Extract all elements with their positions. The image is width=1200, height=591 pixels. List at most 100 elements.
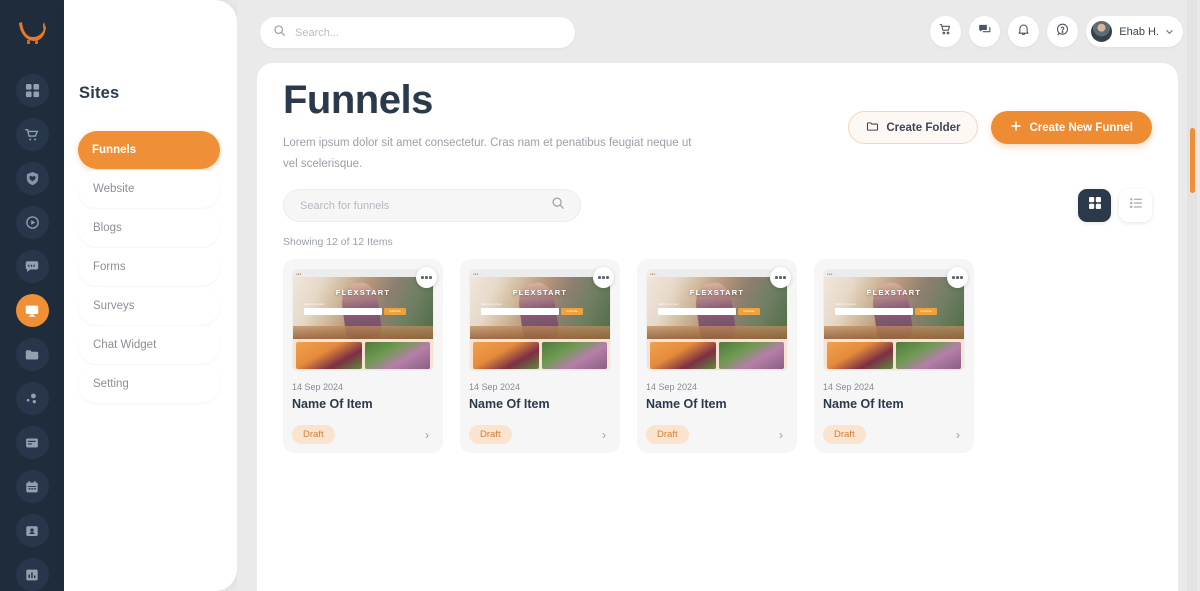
global-search[interactable] [260,17,575,48]
funnel-card[interactable]: ●●● FLEXSTART Start on the best Subscrib… [637,259,797,453]
shopping-cart-icon [24,127,40,143]
status-badge: Draft [823,425,866,444]
page-scrollbar-track[interactable] [1187,0,1197,591]
avatar [1090,20,1113,43]
page-scrollbar-thumb[interactable] [1190,128,1195,193]
rail-item-contacts[interactable] [16,514,49,547]
rail-item-calendar[interactable] [16,470,49,503]
thumbnail-form: Subscribe [304,308,406,315]
sidebar-item-setting[interactable]: Setting [78,365,220,403]
thumbnail-email-input [304,308,382,315]
rail-item-opportunities[interactable] [16,162,49,195]
card-date: 14 Sep 2024 [823,382,965,392]
status-badge: Draft [646,425,689,444]
search-input[interactable] [295,27,545,39]
thumbnail-cta-button: Subscribe [738,308,760,315]
funnel-thumbnail: ●●● FLEXSTART Start on the best Subscrib… [292,269,434,371]
thumbnail-brand: FLEXSTART [293,288,433,297]
bell-icon [1016,22,1031,42]
thumbnail-tile [896,342,962,369]
thumbnail-tile [473,342,539,369]
sites-panel-title: Sites [79,84,119,103]
sidebar-item-blogs[interactable]: Blogs [78,209,220,247]
sites-menu: Funnels Website Blogs Forms Surveys Chat… [78,131,220,404]
list-view-icon [1129,196,1143,215]
funnel-card[interactable]: ●●● FLEXSTART Start on the best Subscrib… [814,259,974,453]
create-folder-button[interactable]: Create Folder [848,111,978,144]
sidebar-item-label: Blogs [93,222,122,234]
thumbnail-form: Subscribe [481,308,583,315]
folder-icon [24,347,40,363]
form-lines-icon [24,435,40,451]
messages-button[interactable] [969,16,1000,47]
create-new-funnel-button[interactable]: Create New Funnel [991,111,1152,144]
help-button[interactable] [1047,16,1078,47]
chevron-right-icon[interactable]: › [425,428,434,442]
sidebar-item-surveys[interactable]: Surveys [78,287,220,325]
automation-nodes-icon [24,391,40,407]
card-date: 14 Sep 2024 [292,382,434,392]
sidebar-item-chat-widget[interactable]: Chat Widget [78,326,220,364]
thumbnail-tile [365,342,431,369]
sidebar-item-website[interactable]: Website [78,170,220,208]
card-menu-button[interactable] [947,267,968,288]
rail-item-dashboard[interactable] [16,74,49,107]
rail-item-conversations[interactable] [16,250,49,283]
search-icon [273,24,286,42]
funnel-search[interactable] [283,189,581,222]
funnel-card[interactable]: ●●● FLEXSTART Start on the best Subscrib… [283,259,443,453]
list-view-button[interactable] [1119,189,1152,222]
thumbnail-form: Subscribe [658,308,760,315]
sidebar-item-label: Funnels [92,144,136,156]
top-bar: Ehab H. [237,0,1200,65]
card-date: 14 Sep 2024 [646,382,788,392]
thumbnail-hero: FLEXSTART Start on the best Subscribe [824,277,964,339]
thumbnail-email-input [481,308,559,315]
funnel-search-input[interactable] [300,200,530,212]
sidebar-item-funnels[interactable]: Funnels [78,131,220,169]
calendar-icon [24,479,40,495]
funnel-card[interactable]: ●●● FLEXSTART Start on the best Subscrib… [460,259,620,453]
sidebar-item-label: Chat Widget [93,339,156,351]
user-name: Ehab H. [1119,26,1159,38]
thumbnail-brand: FLEXSTART [470,288,610,297]
user-menu[interactable]: Ehab H. [1086,16,1183,47]
messages-icon [977,22,992,42]
rail-item-reporting[interactable] [16,558,49,591]
chevron-right-icon[interactable]: › [602,428,611,442]
rail-item-forms[interactable] [16,426,49,459]
rail-item-automation[interactable] [16,382,49,415]
status-badge: Draft [469,425,512,444]
status-badge: Draft [292,425,335,444]
card-title: Name Of Item [292,397,434,411]
sidebar-item-label: Website [93,183,134,195]
thumbnail-browser-bar: ●●● [647,270,787,277]
rail-item-media[interactable] [16,206,49,239]
card-menu-button[interactable] [593,267,614,288]
rail-item-files[interactable] [16,338,49,371]
thumbnail-subtitle: Start on the best [481,302,502,306]
thumbnail-tiles [470,339,610,371]
card-menu-button[interactable] [416,267,437,288]
results-count: Showing 12 of 12 Items [283,236,393,248]
thumbnail-email-input [835,308,913,315]
rail-item-cart[interactable] [16,118,49,151]
sidebar-item-forms[interactable]: Forms [78,248,220,286]
play-circle-icon [25,215,40,230]
rail-item-sites[interactable] [16,294,49,327]
thumbnail-hero: FLEXSTART Start on the best Subscribe [647,277,787,339]
sites-panel: Sites Funnels Website Blogs Forms Survey… [64,0,237,591]
grid-view-button[interactable] [1078,189,1111,222]
thumbnail-tiles [293,339,433,371]
card-menu-button[interactable] [770,267,791,288]
boat-logo[interactable] [12,12,52,52]
thumbnail-form: Subscribe [835,308,937,315]
cart-button[interactable] [930,16,961,47]
notifications-button[interactable] [1008,16,1039,47]
thumbnail-hero: FLEXSTART Start on the best Subscribe [293,277,433,339]
thumbnail-tile [542,342,608,369]
folder-icon [866,120,879,136]
page-actions: Create Folder Create New Funnel [848,111,1152,144]
chevron-right-icon[interactable]: › [779,428,788,442]
chevron-right-icon[interactable]: › [956,428,965,442]
